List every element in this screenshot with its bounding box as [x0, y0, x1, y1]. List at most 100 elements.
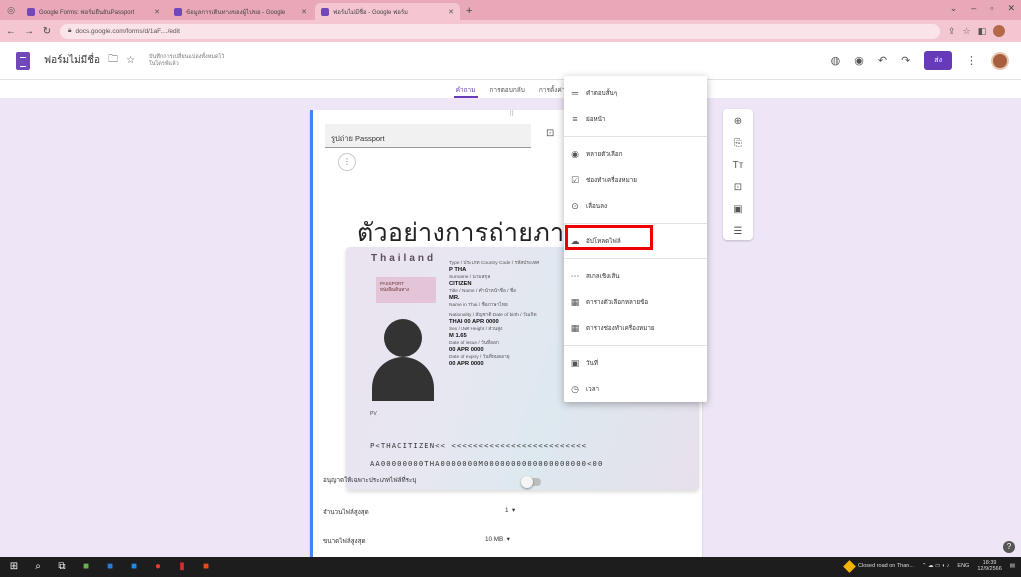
file-type-toggle[interactable]: [521, 476, 541, 488]
chrome-icon[interactable]: ●: [152, 561, 164, 573]
clock[interactable]: 18:39 12/9/2566: [977, 560, 1001, 572]
app-icon[interactable]: ■: [128, 561, 140, 573]
forms-logo-icon[interactable]: [16, 51, 30, 70]
windows-start-icon[interactable]: ⊞: [8, 561, 20, 573]
add-video-icon[interactable]: ▣: [733, 201, 742, 218]
app-icon[interactable]: ▮: [176, 561, 188, 573]
menu-item-paragraph[interactable]: ≡ ย่อหน้า: [564, 106, 707, 132]
language-indicator[interactable]: ENG: [957, 563, 969, 569]
app-icon[interactable]: ■: [200, 561, 212, 573]
max-files-select[interactable]: 1 ▾: [505, 507, 515, 514]
close-icon[interactable]: ✕: [154, 8, 160, 16]
import-questions-icon[interactable]: ⎘: [734, 135, 742, 152]
tab-settings[interactable]: การตั้งค่า: [537, 85, 567, 98]
checkbox-grid-icon: ▦: [570, 322, 580, 333]
star-icon[interactable]: ☆: [963, 26, 971, 37]
form-title[interactable]: ฟอร์มไม่มีชื่อ: [44, 53, 100, 68]
reload-icon[interactable]: ↻: [42, 26, 52, 37]
chevron-down-icon[interactable]: ⌄: [950, 3, 958, 14]
menu-item-multiple-choice[interactable]: ◉ หลายตัวเลือก: [564, 141, 707, 167]
paragraph-icon: ≡: [572, 114, 578, 124]
browser-tab[interactable]: ข้อมูลการเดินทางของผู้ไปขอ - Google ✕: [168, 3, 313, 20]
forms-tab-icon: [27, 7, 35, 16]
task-view-icon[interactable]: ⧉: [56, 561, 68, 573]
app-icon[interactable]: ■: [80, 561, 92, 573]
undo-icon[interactable]: ↶: [878, 54, 887, 67]
forms-tab-icon: [174, 7, 182, 16]
question-title-input[interactable]: รูปถ่าย Passport: [325, 124, 531, 148]
profile-avatar[interactable]: [993, 25, 1006, 37]
browser-tabstrip: ◎ Google Forms: ฟอร์มยืนยันPassport ✕ ข้…: [0, 0, 1021, 20]
mrz-line: AA00000000THA0000000M0000000000000000000…: [370, 459, 604, 468]
menu-item-label: ตารางช่องทำเครื่องหมาย: [586, 325, 655, 332]
back-icon[interactable]: ←: [6, 26, 16, 37]
close-icon[interactable]: ✕: [301, 8, 307, 16]
star-icon[interactable]: ☆: [126, 55, 135, 66]
side-toolbar: ⊕ ⎘ Tт ⊡ ▣ ☰: [723, 109, 753, 240]
folder-icon[interactable]: 🗀︎: [108, 52, 118, 69]
max-size-select[interactable]: 10 MB ▾: [485, 536, 510, 543]
passport-pv: PV: [370, 411, 377, 417]
linear-scale-icon: ⋯: [570, 270, 580, 281]
send-button[interactable]: ส่ง: [924, 51, 952, 70]
maximize-icon[interactable]: ▫: [990, 3, 993, 14]
menu-item-checkboxes[interactable]: ☑ ช่องทำเครื่องหมาย: [564, 167, 707, 193]
forms-header: ฟอร์มไม่มีชื่อ 🗀︎ ☆ บันทึกการเปลี่ยนแปลง…: [0, 42, 1021, 80]
warning-icon: [843, 559, 856, 573]
time-icon: ◷: [571, 383, 579, 394]
avatar[interactable]: [991, 51, 1009, 70]
menu-item-label: ตารางตัวเลือกหลายข้อ: [586, 299, 649, 306]
browser-tab-active[interactable]: ฟอร์มไม่มีชื่อ - Google ฟอร์ม ✕: [315, 3, 460, 20]
new-tab-button[interactable]: +: [466, 5, 472, 17]
drag-handle-icon[interactable]: ⠿: [509, 110, 514, 118]
add-question-icon[interactable]: ⊕: [734, 113, 742, 130]
add-section-icon[interactable]: ☰: [734, 223, 743, 240]
date-icon: ▣: [570, 357, 580, 368]
tab-responses[interactable]: การตอบกลับ: [488, 85, 527, 98]
menu-item-multiple-choice-grid[interactable]: ▦ ตารางตัวเลือกหลายข้อ: [564, 289, 707, 315]
grid-icon: ▦: [570, 296, 580, 307]
more-vert-icon[interactable]: ⋮: [338, 153, 356, 171]
preview-icon[interactable]: ◉: [854, 54, 864, 67]
menu-item-label: วันที่: [586, 360, 598, 367]
minimize-icon[interactable]: –: [971, 3, 976, 14]
select-value: 1: [505, 507, 509, 514]
palette-icon[interactable]: ◍: [831, 54, 841, 67]
browser-tab[interactable]: Google Forms: ฟอร์มยืนยันPassport ✕: [21, 3, 166, 20]
browser-menu-icon[interactable]: ◎: [4, 3, 18, 17]
app-icon[interactable]: ■: [104, 561, 116, 573]
extensions-icon[interactable]: ◧: [978, 26, 987, 37]
redo-icon[interactable]: ↷: [901, 54, 910, 67]
passport-mrz: P<THACITIZEN<< <<<<<<<<<<<<<<<<<<<<<<<<<…: [370, 437, 603, 473]
add-title-icon[interactable]: Tт: [733, 157, 744, 174]
share-icon[interactable]: ⇪: [948, 26, 956, 37]
lock-icon: 🔒︎: [68, 27, 72, 34]
window-controls: ⌄ – ▫ ✕: [950, 3, 1015, 14]
add-image-icon[interactable]: ⊡: [734, 179, 742, 196]
menu-divider: [564, 136, 707, 137]
tab-questions[interactable]: คำถาม: [453, 85, 478, 98]
weather-widget[interactable]: Closed road on Than...: [843, 559, 914, 573]
menu-item-date[interactable]: ▣ วันที่: [564, 350, 707, 376]
close-icon[interactable]: ✕: [1007, 3, 1015, 14]
person-silhouette-body: [372, 357, 434, 401]
search-icon[interactable]: ⌕: [32, 561, 44, 573]
tray-icons[interactable]: ⌃ ☁ ▭ ◖ ♪: [922, 563, 950, 569]
person-silhouette-icon: [384, 319, 422, 357]
more-vert-icon[interactable]: ⋮: [966, 54, 977, 67]
image-icon[interactable]: ⊡: [546, 128, 554, 139]
menu-item-linear-scale[interactable]: ⋯ สเกลเชิงเส้น: [564, 263, 707, 289]
saved-status: บันทึกการเปลี่ยนแปลงทั้งหมดไว้ในไดรฟ์แล้…: [149, 53, 225, 67]
menu-item-short-answer[interactable]: ═ คำตอบสั้นๆ: [564, 80, 707, 106]
help-icon[interactable]: ?: [1003, 541, 1015, 553]
checkbox-icon: ☑: [570, 174, 580, 185]
menu-item-dropdown[interactable]: ⊙ เลื่อนลง: [564, 193, 707, 219]
menu-item-checkbox-grid[interactable]: ▦ ตารางช่องทำเครื่องหมาย: [564, 315, 707, 341]
notification-icon[interactable]: ▤: [1010, 563, 1015, 569]
option-label: อนุญาตให้เฉพาะประเภทไฟล์ที่ระบุ: [323, 477, 417, 484]
menu-item-time[interactable]: ◷ เวลา: [564, 376, 707, 402]
url-field[interactable]: 🔒︎ docs.google.com/forms/d/1aF..../edit: [60, 23, 940, 39]
radio-icon: ◉: [571, 148, 579, 159]
forward-icon[interactable]: →: [24, 26, 34, 37]
close-icon[interactable]: ✕: [448, 8, 454, 16]
